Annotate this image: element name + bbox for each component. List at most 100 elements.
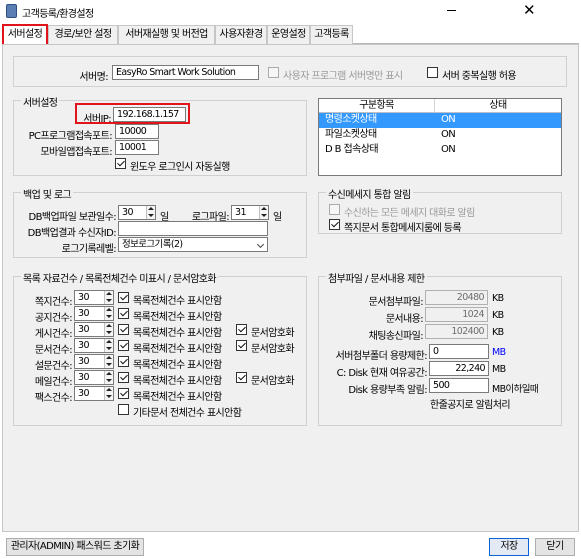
register-room-label: 쪽지문서 통합메세지룸에 등록 xyxy=(344,223,462,234)
notify-all-checkbox[interactable] xyxy=(329,204,340,215)
count-spinner[interactable]: 30 xyxy=(74,322,114,337)
log-level-select[interactable]: 정보로그기록(2) xyxy=(118,237,268,252)
count-spinner[interactable]: 30 xyxy=(74,306,114,321)
disk-avail-label: C: Disk 현재 여유공간: xyxy=(336,368,428,379)
server-name-input[interactable]: EasyRo Smart Work Solution xyxy=(112,65,259,80)
hide-total-checkbox[interactable] xyxy=(118,324,129,335)
disk-alarm-label: Disk 용량부족 알림: xyxy=(348,385,427,396)
tab-restart-version[interactable]: 서버재실행 및 버전업 xyxy=(118,25,215,44)
db-keep-label: DB백업파일 보관일수: xyxy=(28,212,116,223)
chat-file-label: 채팅송신파일: xyxy=(368,331,424,342)
integrated-notify-title: 수신메세지 통합 알림 xyxy=(326,186,413,201)
tab-strip: 서버설정 경로/보안 설정 서버재실행 및 버전업 사용자환경 운영설정 고객등… xyxy=(2,24,579,45)
spinner-arrows-icon[interactable] xyxy=(104,371,113,384)
grid-header-item[interactable]: 구분항목 xyxy=(319,99,435,113)
tab-operation[interactable]: 운영설정 xyxy=(267,25,310,44)
disk-alarm-input[interactable]: 500 xyxy=(429,378,489,393)
status-row-status: ON xyxy=(441,129,456,140)
window-title: 고객등록/환경설정 xyxy=(22,9,94,20)
db-keep-spinner[interactable]: 30 xyxy=(118,205,156,220)
hide-total-checkbox[interactable] xyxy=(118,340,129,351)
status-grid[interactable]: 구분항목 상태 명령소켓상태 ON 파일소켓상태 ON D B 접속상태 ON xyxy=(318,98,562,176)
other-docs-checkbox[interactable] xyxy=(118,404,129,415)
save-button[interactable]: 저장 xyxy=(489,538,529,556)
count-spinner[interactable]: 30 xyxy=(74,354,114,369)
kb-unit: KB xyxy=(492,310,504,321)
hide-total-checkbox[interactable] xyxy=(118,372,129,383)
disk-alarm-unit: MB이하일때 xyxy=(492,384,539,395)
hide-total-checkbox[interactable] xyxy=(118,292,129,303)
close-button[interactable]: 닫기 xyxy=(535,538,575,556)
tab-path-security[interactable]: 경로/보안 설정 xyxy=(48,25,118,44)
count-spinner-value: 30 xyxy=(78,388,89,399)
windows-login-checkbox[interactable] xyxy=(115,158,126,169)
mb-unit-blue: MB xyxy=(492,347,506,358)
tab-server-settings[interactable]: 서버설정 xyxy=(2,24,48,45)
spinner-arrows-icon[interactable] xyxy=(104,307,113,320)
close-window-button[interactable]: ✕ xyxy=(523,2,536,18)
app-icon xyxy=(6,4,17,18)
doc-content-input[interactable]: 1024 xyxy=(425,307,488,322)
allow-duplicate-checkbox[interactable] xyxy=(427,67,438,78)
db-recv-input[interactable] xyxy=(118,221,268,236)
tab-customer[interactable]: 고객등록 xyxy=(310,25,353,44)
reset-admin-password-button[interactable]: 관리자(ADMIN) 패스워드 초기화 xyxy=(6,538,144,556)
hide-total-label: 목록전체건수 표시안함 xyxy=(133,296,222,307)
status-row[interactable]: 명령소켓상태 ON xyxy=(319,113,561,128)
doc-attach-input[interactable]: 20480 xyxy=(425,290,488,305)
attach-title: 첨부파일 / 문서내용 제한 xyxy=(326,270,427,285)
ip-highlight-box xyxy=(75,103,190,124)
doc-content-label: 문서내용: xyxy=(385,314,424,325)
kb-unit: KB xyxy=(492,327,504,338)
encrypt-label: 문서암호화 xyxy=(251,376,295,387)
tab-user-env[interactable]: 사용자환경 xyxy=(215,25,267,44)
spinner-arrows-icon[interactable] xyxy=(104,323,113,336)
show-name-checkbox[interactable] xyxy=(268,67,279,78)
chevron-down-icon xyxy=(256,240,265,249)
minimize-button[interactable] xyxy=(447,10,456,11)
status-row-status: ON xyxy=(441,144,456,155)
encrypt-checkbox[interactable] xyxy=(236,372,247,383)
count-spinner[interactable]: 30 xyxy=(74,338,114,353)
hide-total-checkbox[interactable] xyxy=(118,308,129,319)
windows-login-label: 윈도우 로그인시 자동실행 xyxy=(130,162,230,173)
count-spinner-value: 30 xyxy=(78,340,89,351)
status-row[interactable]: D B 접속상태 ON xyxy=(319,143,561,158)
notify-all-label: 수신하는 모든 메세지 대화로 알림 xyxy=(344,208,475,219)
status-row-item: D B 접속상태 xyxy=(325,144,379,155)
other-docs-label: 기타문서 전체건수 표시안함 xyxy=(133,408,242,419)
spinner-arrows-icon[interactable] xyxy=(146,206,155,219)
notice-label: 한줄공지로 알림처리 xyxy=(430,400,511,411)
spinner-arrows-icon[interactable] xyxy=(104,387,113,400)
log-file-spinner[interactable]: 31 xyxy=(231,205,269,220)
spinner-arrows-icon[interactable] xyxy=(104,355,113,368)
hide-total-checkbox[interactable] xyxy=(118,388,129,399)
spinner-arrows-icon[interactable] xyxy=(104,339,113,352)
mobile-port-input[interactable]: 10001 xyxy=(115,140,159,155)
count-spinner[interactable]: 30 xyxy=(74,370,114,385)
encrypt-checkbox[interactable] xyxy=(236,324,247,335)
pc-port-input[interactable]: 10000 xyxy=(115,124,159,139)
count-spinner-value: 30 xyxy=(78,292,89,303)
grid-header-status[interactable]: 상태 xyxy=(435,99,561,113)
disk-avail-input[interactable]: 22,240 xyxy=(429,361,489,376)
encrypt-checkbox[interactable] xyxy=(236,340,247,351)
count-row-label: 팩스건수: xyxy=(34,393,73,404)
count-spinner[interactable]: 30 xyxy=(74,386,114,401)
status-row-item: 명령소켓상태 xyxy=(325,114,377,125)
day-unit-label: 일 xyxy=(273,212,282,223)
log-level-value: 정보로그기록(2) xyxy=(122,239,183,250)
count-spinner-value: 30 xyxy=(78,308,89,319)
mobile-port-label: 모바일앱접속포트: xyxy=(40,147,112,158)
hide-total-label: 목록전체건수 표시안함 xyxy=(133,312,222,323)
kb-unit: KB xyxy=(492,293,504,304)
register-room-checkbox[interactable] xyxy=(329,219,340,230)
folder-limit-input[interactable]: 0 xyxy=(429,344,489,359)
status-row[interactable]: 파일소켓상태 ON xyxy=(319,128,561,143)
count-row-label: 쪽지건수: xyxy=(34,297,73,308)
spinner-arrows-icon[interactable] xyxy=(104,291,113,304)
chat-file-input[interactable]: 102400 xyxy=(425,324,488,339)
count-spinner[interactable]: 30 xyxy=(74,290,114,305)
spinner-arrows-icon[interactable] xyxy=(259,206,268,219)
hide-total-checkbox[interactable] xyxy=(118,356,129,367)
